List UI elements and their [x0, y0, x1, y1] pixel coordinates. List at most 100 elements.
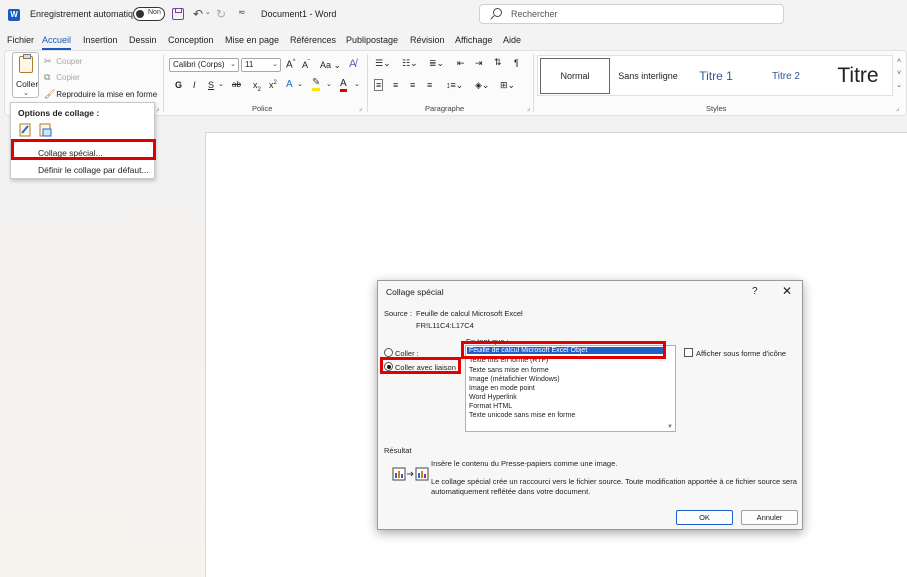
- style-heading-2[interactable]: Titre 2: [756, 58, 816, 94]
- source-value: Feuille de calcul Microsoft Excel: [416, 309, 523, 318]
- clipboard-icon: [19, 54, 33, 73]
- align-right-icon[interactable]: ≡: [410, 80, 415, 90]
- save-icon[interactable]: [172, 8, 184, 20]
- customize-qat-icon[interactable]: ≂: [238, 7, 246, 18]
- autosave-label: Enregistrement automatique: [30, 9, 144, 19]
- tab-accueil[interactable]: Accueil: [42, 35, 72, 50]
- ok-button[interactable]: OK: [676, 510, 733, 525]
- paragraph-launcher-icon[interactable]: ⌟: [527, 104, 530, 112]
- tab-affichage[interactable]: Affichage: [455, 35, 492, 45]
- borders-icon[interactable]: ⊞⌄: [500, 80, 515, 91]
- subscript-button[interactable]: x2: [253, 80, 261, 93]
- tab-revision[interactable]: Révision: [410, 35, 445, 45]
- paste-keep-source-icon[interactable]: [18, 122, 33, 137]
- line-spacing-icon[interactable]: ↕≡⌄: [446, 80, 463, 91]
- tab-mise-en-page[interactable]: Mise en page: [225, 35, 279, 45]
- shading-icon[interactable]: ◈⌄: [475, 80, 489, 91]
- show-marks-button[interactable]: ¶: [514, 58, 519, 68]
- scroll-down-icon[interactable]: ▼: [667, 424, 673, 430]
- style-no-spacing[interactable]: Sans interligne: [613, 58, 683, 94]
- tab-dessin[interactable]: Dessin: [129, 35, 157, 45]
- multilevel-list-icon[interactable]: ≣⌄: [429, 58, 444, 69]
- tab-references[interactable]: Références: [290, 35, 336, 45]
- font-group-label: Police: [252, 104, 273, 113]
- undo-dropdown-icon[interactable]: ⌄: [205, 8, 211, 16]
- more-styles-icon[interactable]: ⌄: [896, 82, 902, 89]
- search-placeholder: Rechercher: [511, 9, 558, 19]
- list-item[interactable]: Format HTML: [469, 403, 512, 410]
- change-case-button[interactable]: Aa ⌄: [320, 60, 341, 71]
- font-name-combo[interactable]: Calibri (Corps) ⌄: [169, 58, 239, 72]
- toggle-knob: [136, 10, 144, 18]
- tab-aide[interactable]: Aide: [503, 35, 521, 45]
- styles-launcher-icon[interactable]: ⌟: [896, 104, 899, 112]
- increase-indent-icon[interactable]: ⇥: [475, 58, 483, 69]
- decrease-indent-icon[interactable]: ⇤: [457, 58, 465, 69]
- autosave-toggle[interactable]: Non: [133, 7, 165, 21]
- help-icon[interactable]: ?: [752, 286, 758, 297]
- align-center-icon[interactable]: ≡: [393, 80, 398, 90]
- underline-dropdown-icon[interactable]: ⌄: [218, 80, 224, 88]
- tab-insertion[interactable]: Insertion: [83, 35, 118, 45]
- gallery-scroll[interactable]: ˄ ˅ ⌄: [894, 56, 904, 92]
- style-title[interactable]: Titre: [826, 58, 890, 94]
- chevron-down-icon[interactable]: ⌄: [326, 80, 332, 88]
- chevron-down-icon[interactable]: ˅: [897, 70, 901, 77]
- tab-conception[interactable]: Conception: [168, 35, 214, 45]
- format-painter-button[interactable]: 🖌 Reproduire la mise en forme: [44, 89, 157, 100]
- list-item[interactable]: Word Hyperlink: [469, 394, 517, 401]
- list-item[interactable]: Texte sans mise en forme: [469, 367, 549, 374]
- redo-icon[interactable]: ↻: [216, 7, 226, 21]
- superscript-button[interactable]: x2: [269, 80, 277, 90]
- font-color-button[interactable]: A: [340, 78, 347, 92]
- cut-button[interactable]: ✂ Couper: [44, 56, 82, 67]
- italic-button[interactable]: I: [193, 80, 196, 90]
- paste-button[interactable]: Coller ⌄: [12, 52, 39, 98]
- show-as-icon-checkbox[interactable]: [684, 348, 693, 357]
- chevron-down-icon[interactable]: ⌄: [354, 80, 360, 88]
- align-left-icon[interactable]: ≡: [374, 79, 384, 91]
- set-default-paste-item[interactable]: Définir le collage par défaut...: [38, 165, 149, 175]
- justify-icon[interactable]: ≡: [427, 80, 432, 90]
- bullets-icon[interactable]: ☰⌄: [375, 58, 391, 69]
- underline-button[interactable]: S: [208, 80, 214, 90]
- copy-button[interactable]: ⧉ Copier: [44, 72, 80, 83]
- copy-icon: ⧉: [44, 72, 51, 82]
- word-logo-icon: W: [8, 9, 20, 21]
- sort-icon[interactable]: ⇅: [494, 57, 502, 68]
- font-launcher-icon[interactable]: ⌟: [359, 104, 362, 112]
- chevron-down-icon: ⌄: [272, 61, 278, 68]
- bold-button[interactable]: G: [175, 80, 182, 90]
- group-separator: [163, 54, 164, 112]
- tab-publipostage[interactable]: Publipostage: [346, 35, 398, 45]
- close-icon[interactable]: ✕: [782, 284, 792, 298]
- highlight-icon[interactable]: ✎: [312, 78, 321, 91]
- clipboard-launcher-icon[interactable]: ⌟: [156, 104, 159, 112]
- source-reference: FR!L11C4:L17C4: [416, 321, 474, 330]
- text-effects-icon[interactable]: A: [286, 79, 293, 90]
- paste-picture-icon[interactable]: [38, 122, 53, 137]
- style-heading-1[interactable]: Titre 1: [686, 58, 746, 94]
- search-input[interactable]: Rechercher: [479, 4, 784, 24]
- font-size-combo[interactable]: 11 ⌄: [241, 58, 281, 72]
- shrink-font-button[interactable]: Aˇ: [302, 60, 310, 70]
- undo-icon[interactable]: ↶: [193, 7, 203, 21]
- numbering-icon[interactable]: ☷⌄: [402, 58, 418, 69]
- paintbrush-icon: 🖌: [44, 89, 56, 99]
- paste-link-result-icon: [392, 467, 429, 481]
- cancel-button[interactable]: Annuler: [741, 510, 798, 525]
- font-size-value: 11: [245, 60, 254, 69]
- radio-paste[interactable]: [384, 348, 393, 357]
- tab-fichier[interactable]: Fichier: [7, 35, 34, 45]
- list-item[interactable]: Image en mode point: [469, 385, 535, 392]
- list-item[interactable]: Image (métafichier Windows): [469, 376, 560, 383]
- chevron-up-icon[interactable]: ˄: [897, 58, 901, 65]
- paste-special-dialog: Collage spécial ? ✕ Source : Feuille de …: [377, 280, 803, 530]
- result-line-1: Insère le contenu du Presse-papiers comm…: [431, 459, 618, 468]
- grow-font-button[interactable]: A^: [286, 59, 296, 70]
- strikethrough-button[interactable]: ab: [232, 80, 241, 89]
- clear-formatting-icon[interactable]: A̸: [349, 58, 356, 70]
- chevron-down-icon[interactable]: ⌄: [297, 80, 303, 88]
- style-normal[interactable]: Normal: [540, 58, 610, 94]
- list-item[interactable]: Texte unicode sans mise en forme: [469, 412, 575, 419]
